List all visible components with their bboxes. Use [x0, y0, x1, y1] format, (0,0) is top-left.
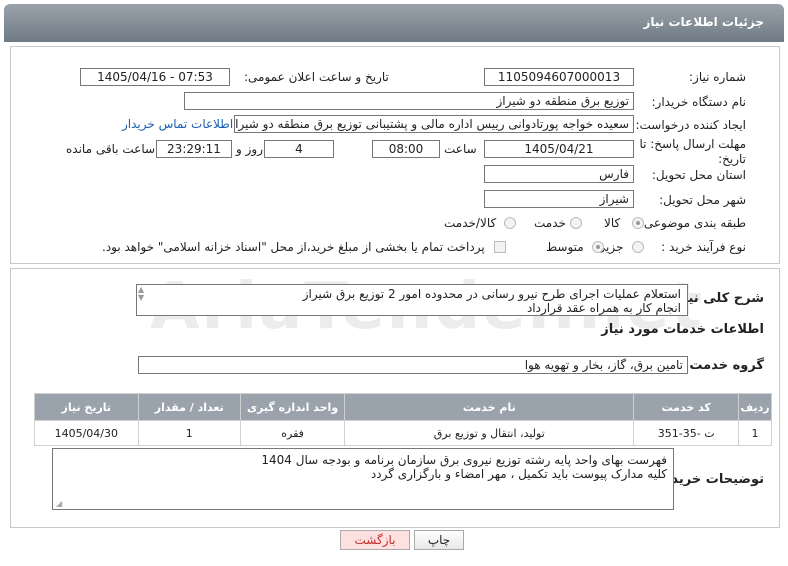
col-row: ردیف [738, 393, 772, 421]
deadline-time-field[interactable]: 08:00 [372, 140, 440, 158]
category-service-label: خدمت [534, 216, 566, 230]
cell-quantity: 1 [137, 420, 241, 446]
services-table: ردیف کد خدمت نام خدمت واحد اندازه گیری ت… [34, 393, 772, 446]
days-label: روز و [236, 142, 263, 156]
creator-label: ایجاد کننده درخواست: [635, 118, 746, 132]
cell-row: 1 [738, 420, 772, 446]
buyer-org-field[interactable]: توزیع برق منطقه دو شیراز [184, 92, 634, 110]
cell-service-name: تولید، انتقال و توزیع برق [344, 420, 635, 446]
treasury-note: پرداخت تمام یا بخشی از مبلغ خرید،از محل … [102, 240, 485, 254]
col-unit: واحد اندازه گیری [239, 393, 346, 421]
announce-label: تاریخ و ساعت اعلان عمومی: [244, 70, 389, 84]
buyer-org-label: نام دستگاه خریدار: [651, 95, 747, 109]
need-number-label: شماره نیاز: [689, 70, 746, 84]
process-label: نوع فرآیند خرید : [661, 240, 746, 254]
remaining-label: ساعت باقی مانده [66, 142, 156, 156]
treasury-checkbox[interactable] [494, 241, 506, 253]
summary-line-1: استعلام عملیات اجرای طرح نیرو رسانی در م… [302, 287, 681, 301]
process-medium-radio[interactable] [592, 241, 604, 253]
cell-unit: فقره [239, 420, 346, 446]
buyer-notes-line-1: فهرست بهای واحد پایه رشته توزیع نیروی بر… [261, 453, 667, 467]
cell-service-code: ت -35-351 [633, 420, 740, 446]
province-label: استان محل تحویل: [651, 168, 746, 182]
back-button[interactable]: بازگشت [340, 530, 410, 550]
city-field[interactable]: شیراز [484, 190, 634, 208]
category-goods-service-radio[interactable] [504, 217, 516, 229]
deadline-time-label: ساعت [444, 142, 477, 156]
remaining-time-field[interactable]: 23:29:11 [156, 140, 232, 158]
services-section-title: اطلاعات خدمات مورد نیاز [601, 322, 764, 337]
announce-field[interactable]: 1405/04/16 - 07:53 [80, 68, 230, 86]
creator-field[interactable]: سعیده خواجه پورتادوانی رییس اداره مالی و… [234, 115, 634, 133]
summary-textarea[interactable]: استعلام عملیات اجرای طرح نیرو رسانی در م… [136, 284, 688, 316]
deadline-label: مهلت ارسال پاسخ: تا تاریخ: [639, 137, 746, 166]
service-group-field[interactable]: تامین برق، گاز، بخار و تهویه هوا [138, 356, 688, 374]
category-goods-label: کالا [604, 216, 621, 230]
process-medium-label: متوسط [546, 240, 584, 254]
col-need-date: تاریخ نیاز [34, 393, 139, 421]
textarea-resize-icon[interactable]: ▲ ▼ [138, 286, 148, 310]
deadline-date-field[interactable]: 1405/04/21 [484, 140, 634, 158]
contact-info-link[interactable]: اطلاعات تماس خریدار [122, 117, 233, 131]
table-row[interactable]: 1 ت -35-351 تولید، انتقال و توزیع برق فق… [34, 420, 772, 446]
category-label: طبقه بندی موضوعی: [639, 216, 746, 230]
days-field[interactable]: 4 [264, 140, 334, 158]
cell-need-date: 1405/04/30 [34, 420, 139, 446]
city-label: شهر محل تحویل: [659, 193, 746, 207]
col-service-name: نام خدمت [344, 393, 635, 421]
service-group-label: گروه خدمت: [684, 358, 764, 373]
buyer-notes-textarea[interactable]: فهرست بهای واحد پایه رشته توزیع نیروی بر… [52, 448, 674, 510]
page-title: جزئیات اطلاعات نیاز [643, 15, 764, 29]
category-goods-service-label: کالا/خدمت [444, 216, 497, 230]
process-partial-radio[interactable] [632, 241, 644, 253]
buyer-notes-line-2: کلیه مدارک پیوست باید تکمیل ، مهر امضاء … [370, 467, 667, 481]
category-service-radio[interactable] [570, 217, 582, 229]
summary-line-2: انجام کار به همراه عقد قرارداد [526, 301, 681, 315]
print-button[interactable]: چاپ [414, 530, 464, 550]
resize-grip-icon[interactable]: ◢ [56, 500, 64, 508]
col-service-code: کد خدمت [633, 393, 740, 421]
table-header-row: ردیف کد خدمت نام خدمت واحد اندازه گیری ت… [34, 393, 772, 421]
need-number-field[interactable]: 1105094607000013 [484, 68, 634, 86]
col-quantity: تعداد / مقدار [137, 393, 241, 421]
province-field[interactable]: فارس [484, 165, 634, 183]
category-goods-radio[interactable] [632, 217, 644, 229]
